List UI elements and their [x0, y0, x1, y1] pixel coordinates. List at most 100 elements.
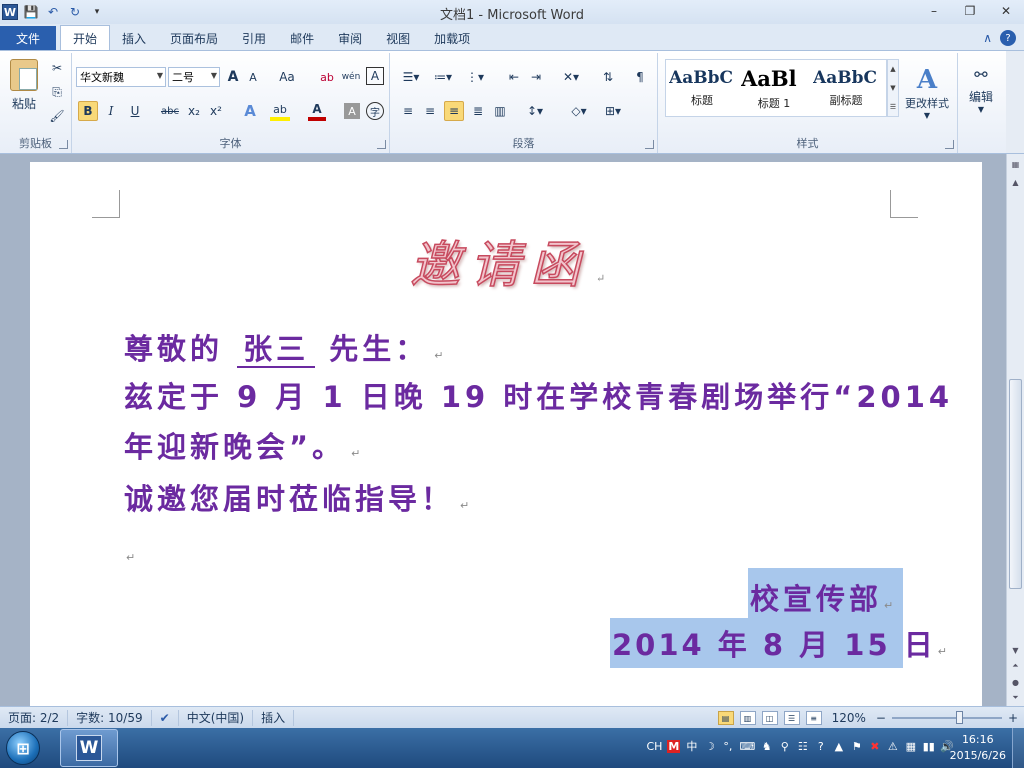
styles-gallery-scroll[interactable]: ▲ ▼ ☰	[887, 59, 899, 117]
customize-qat-icon[interactable]: ▾	[88, 3, 106, 21]
close-button[interactable]: ✕	[988, 0, 1024, 22]
body-line-1[interactable]: 兹定于 9 月 1 日晚 19 时在学校青春剧场举行“2014	[124, 374, 953, 416]
justify-icon[interactable]: ≣	[468, 101, 488, 121]
word-count[interactable]: 字数: 10/59	[68, 709, 152, 726]
text-effects-button[interactable]: A	[240, 101, 260, 121]
vertical-scrollbar[interactable]: ▦ ▲ ▼ ⏶ ● ⏷	[1006, 154, 1024, 706]
shading-icon[interactable]: ◇▾	[566, 101, 592, 121]
styles-launcher-icon[interactable]	[945, 140, 954, 149]
clear-format-button[interactable]: ab	[316, 67, 338, 87]
asian-layout-icon[interactable]: ✕▾	[558, 67, 584, 87]
print-layout-view-icon[interactable]: ▤	[717, 711, 734, 725]
minimize-button[interactable]: –	[916, 0, 952, 22]
grow-font-button[interactable]: A	[224, 67, 242, 87]
zoom-slider[interactable]	[891, 711, 1002, 724]
ime-icon[interactable]: M	[667, 739, 681, 753]
body-line-2[interactable]: 年迎新晚会”。 ↵	[124, 424, 360, 466]
zoom-out-icon[interactable]: −	[876, 711, 886, 725]
borders-icon[interactable]: ⊞▾	[600, 101, 626, 121]
underline-button[interactable]: U	[126, 101, 144, 121]
insert-mode[interactable]: 插入	[253, 709, 295, 726]
style-tile-title[interactable]: AaBbC 标题	[666, 60, 738, 116]
align-center-icon[interactable]: ≡	[420, 101, 440, 121]
signature-department[interactable]: 校宣传部 ↵	[748, 568, 903, 618]
superscript-button[interactable]: x²	[206, 101, 226, 121]
font-size-dropdown[interactable]: 二号 ▼	[168, 67, 220, 87]
save-icon[interactable]: 💾	[22, 3, 40, 21]
action-center-icon[interactable]: ⚑	[850, 740, 863, 753]
align-right-icon[interactable]: ≡	[444, 101, 464, 121]
start-button[interactable]: ⊞	[0, 728, 46, 768]
page-count[interactable]: 页面: 2/2	[0, 709, 69, 726]
ime-help-icon[interactable]: ?	[814, 740, 827, 753]
tab-mailings[interactable]: 邮件	[278, 26, 326, 50]
clipboard-launcher-icon[interactable]	[59, 140, 68, 149]
chevron-down-icon[interactable]: ▼	[890, 84, 895, 92]
numbering-icon[interactable]: ≔▾	[430, 67, 456, 87]
zoom-slider-knob[interactable]	[955, 711, 963, 724]
scroll-thumb[interactable]	[1009, 379, 1022, 589]
tab-home[interactable]: 开始	[60, 25, 111, 50]
outline-view-icon[interactable]: ☰	[783, 711, 800, 725]
char-border-button[interactable]: A	[366, 67, 384, 85]
shrink-font-button[interactable]: A	[244, 67, 262, 87]
decrease-indent-icon[interactable]: ⇤	[504, 67, 524, 87]
editing-button[interactable]: ⚯ 编辑 ▼	[962, 59, 1000, 119]
undo-icon[interactable]: ↶	[44, 3, 62, 21]
bold-button[interactable]: B	[78, 101, 98, 121]
font-launcher-icon[interactable]	[377, 140, 386, 149]
tab-view[interactable]: 视图	[374, 26, 422, 50]
change-styles-button[interactable]: A 更改样式 ▼	[900, 57, 954, 127]
body-line-3[interactable]: 诚邀您届时莅临指导！ ↵	[124, 476, 469, 518]
tray-expand-icon[interactable]: ▲	[832, 740, 845, 753]
align-left-icon[interactable]: ≡	[398, 101, 418, 121]
increase-indent-icon[interactable]: ⇥	[526, 67, 546, 87]
strikethrough-button[interactable]: abc	[158, 101, 182, 121]
collapse-ribbon-icon[interactable]: ∧	[983, 31, 992, 45]
char-shading-button[interactable]: A	[344, 103, 360, 119]
bullets-icon[interactable]: ☰▾	[398, 67, 424, 87]
paragraph-launcher-icon[interactable]	[645, 140, 654, 149]
taskbar-word-button[interactable]: W	[60, 729, 118, 767]
browse-object-icon[interactable]: ●	[1008, 674, 1023, 690]
format-painter-icon[interactable]: 🖌	[48, 107, 66, 125]
tab-file[interactable]: 文件	[0, 26, 56, 50]
font-name-dropdown[interactable]: 华文新魏 ▼	[76, 67, 166, 87]
restore-button[interactable]: ❐	[952, 0, 988, 22]
line-spacing-icon[interactable]: ↕▾	[522, 101, 548, 121]
signal-icon[interactable]: ▮▮	[922, 740, 935, 753]
style-tile-heading1[interactable]: AaBl 标题 1	[738, 60, 810, 116]
signature-date[interactable]: 2014 年 8 月 15 日 ↵	[610, 618, 947, 668]
font-color-button[interactable]: A	[308, 101, 326, 121]
style-tile-subtitle[interactable]: AaBbC 副标题	[810, 60, 882, 116]
zoom-in-icon[interactable]: +	[1008, 711, 1018, 725]
soft-keyboard-icon[interactable]: ⌨	[739, 740, 755, 753]
invitation-title[interactable]: 邀请函 ↵	[409, 225, 605, 297]
zoom-level[interactable]: 120%	[832, 711, 866, 725]
show-marks-icon[interactable]: ¶	[630, 67, 650, 87]
tab-page-layout[interactable]: 页面布局	[158, 26, 230, 50]
paste-button[interactable]: 粘贴	[6, 57, 42, 113]
prev-page-icon[interactable]: ⏶	[1008, 658, 1023, 674]
ime-search-icon[interactable]: ⚲	[778, 740, 791, 753]
subscript-button[interactable]: x₂	[184, 101, 204, 121]
more-icon[interactable]: ☰	[890, 103, 896, 111]
show-desktop-button[interactable]	[1012, 728, 1024, 768]
tab-references[interactable]: 引用	[230, 26, 278, 50]
multilevel-list-icon[interactable]: ⋮▾	[462, 67, 488, 87]
network-warning-icon[interactable]: ⚠	[886, 740, 899, 753]
tab-addins[interactable]: 加载项	[422, 26, 482, 50]
enclose-char-button[interactable]: 字	[366, 102, 384, 120]
copy-icon[interactable]: ⎘	[48, 83, 66, 101]
cut-icon[interactable]: ✂	[48, 59, 66, 77]
scroll-down-icon[interactable]: ▼	[1008, 642, 1023, 658]
redo-icon[interactable]: ↻	[66, 3, 84, 21]
phonetic-guide-button[interactable]: wén	[340, 67, 362, 87]
empty-paragraph[interactable]: ↵	[120, 534, 135, 568]
tab-insert[interactable]: 插入	[110, 26, 158, 50]
input-language-indicator[interactable]: CH	[646, 740, 662, 753]
chinese-mode-icon[interactable]: 中	[685, 738, 698, 754]
punctuation-icon[interactable]: °,	[721, 740, 734, 753]
highlight-button[interactable]: ab	[270, 101, 290, 121]
tab-review[interactable]: 审阅	[326, 26, 374, 50]
